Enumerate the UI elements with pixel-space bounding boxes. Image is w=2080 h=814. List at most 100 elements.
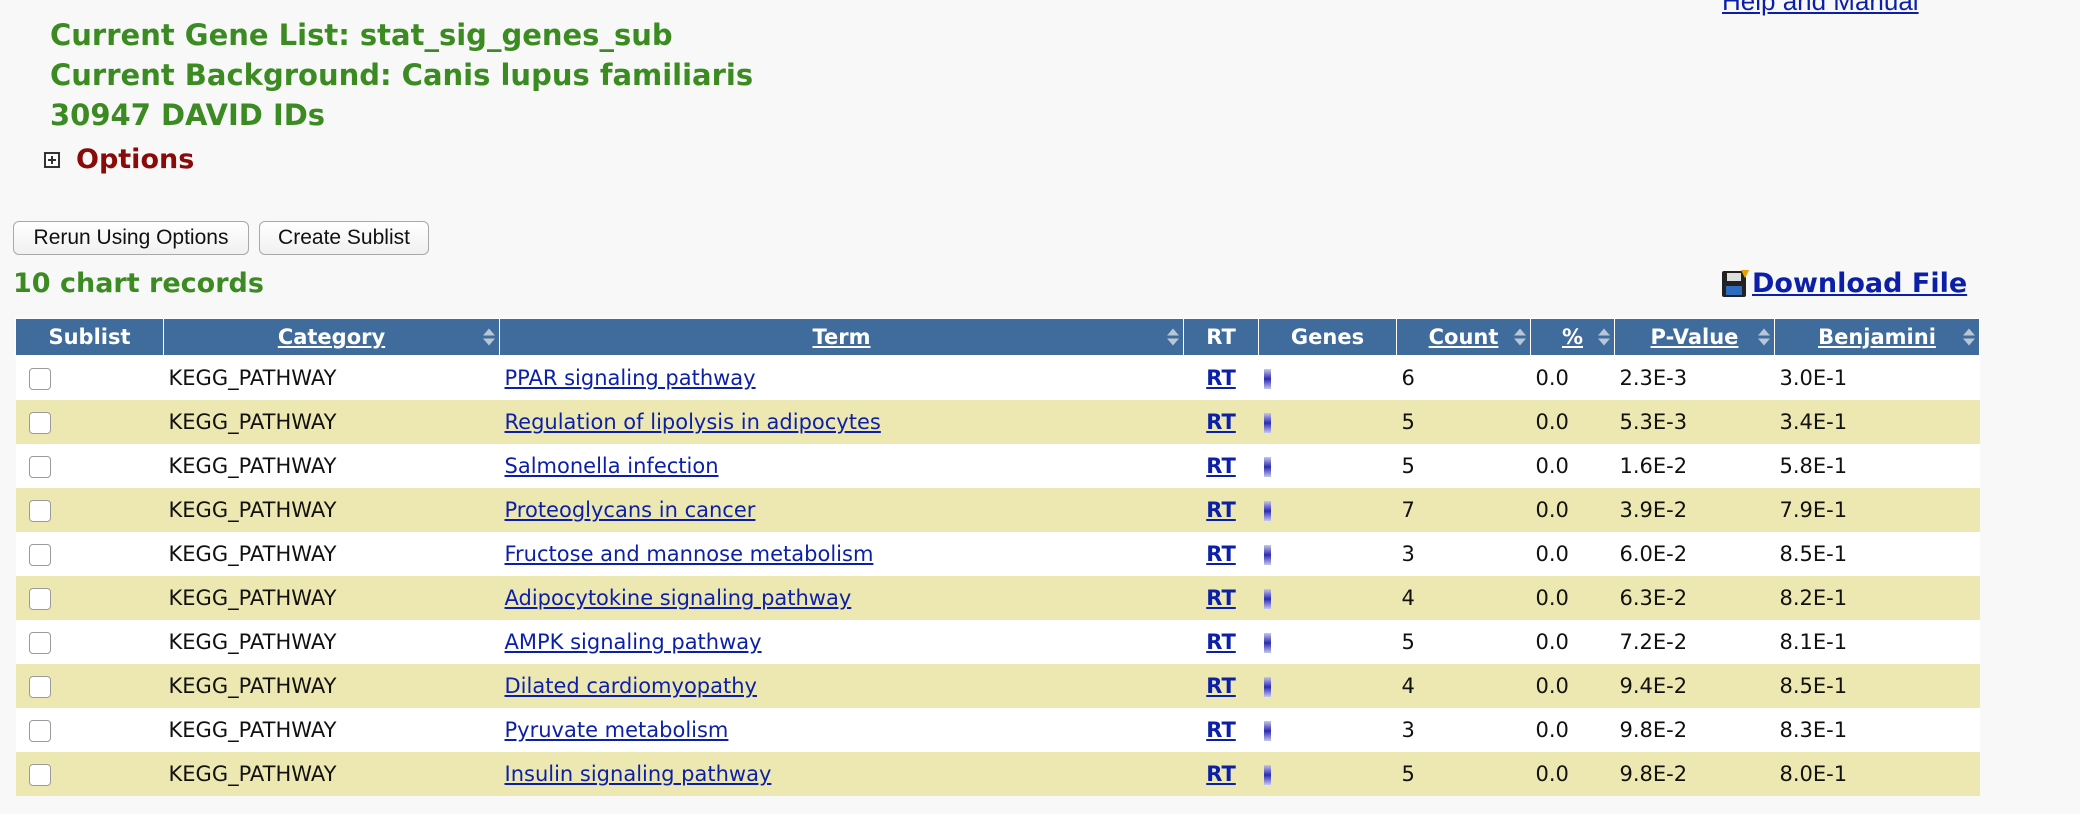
table-row: KEGG_PATHWAY Proteoglycans in cancer RT … — [15, 488, 1980, 532]
count-cell: 7 — [1396, 488, 1531, 532]
term-link[interactable]: Fructose and mannose metabolism — [505, 542, 874, 566]
david-chart-page: Help and Manual Current Gene List: stat_… — [0, 0, 2080, 814]
rt-link[interactable]: RT — [1206, 542, 1236, 566]
sort-arrows-icon[interactable] — [1167, 328, 1179, 346]
category-cell: KEGG_PATHWAY — [163, 400, 500, 444]
count-cell: 5 — [1396, 400, 1531, 444]
rt-link[interactable]: RT — [1206, 410, 1236, 434]
term-link[interactable]: Proteoglycans in cancer — [505, 498, 756, 522]
sublist-checkbox[interactable] — [28, 544, 51, 566]
gene-bar-icon[interactable] — [1263, 457, 1271, 477]
gene-bar-icon[interactable] — [1263, 545, 1271, 565]
rt-link[interactable]: RT — [1206, 674, 1236, 698]
pvalue-cell: 9.8E-2 — [1614, 752, 1775, 796]
benjamini-cell: 8.2E-1 — [1774, 576, 1980, 620]
benjamini-cell: 8.5E-1 — [1774, 532, 1980, 576]
table-row: KEGG_PATHWAY Regulation of lipolysis in … — [15, 400, 1980, 444]
count-cell: 4 — [1396, 576, 1531, 620]
benjamini-cell: 3.0E-1 — [1774, 355, 1980, 400]
sort-arrows-icon[interactable] — [1598, 328, 1610, 346]
sublist-checkbox[interactable] — [28, 368, 51, 390]
sublist-checkbox[interactable] — [28, 764, 51, 786]
category-cell: KEGG_PATHWAY — [163, 620, 500, 664]
table-row: KEGG_PATHWAY Salmonella infection RT 5 0… — [15, 444, 1980, 488]
col-benjamini[interactable]: Benjamini — [1774, 318, 1980, 356]
rt-link[interactable]: RT — [1206, 718, 1236, 742]
category-cell: KEGG_PATHWAY — [163, 576, 500, 620]
rt-link[interactable]: RT — [1206, 366, 1236, 390]
term-link[interactable]: Insulin signaling pathway — [505, 762, 772, 786]
sort-arrows-icon[interactable] — [1514, 328, 1526, 346]
category-cell: KEGG_PATHWAY — [163, 532, 500, 576]
sublist-checkbox[interactable] — [28, 412, 51, 434]
term-link[interactable]: PPAR signaling pathway — [505, 366, 756, 390]
sort-arrows-icon[interactable] — [1758, 328, 1770, 346]
options-toggle[interactable]: Options — [44, 144, 194, 175]
benjamini-cell: 8.3E-1 — [1774, 708, 1980, 752]
sublist-checkbox[interactable] — [28, 632, 51, 654]
count-cell: 6 — [1396, 355, 1531, 400]
create-sublist-button[interactable]: Create Sublist — [259, 221, 429, 255]
count-cell: 5 — [1396, 620, 1531, 664]
col-term[interactable]: Term — [499, 318, 1184, 356]
download-file-label[interactable]: Download File — [1752, 268, 1967, 299]
term-link[interactable]: Pyruvate metabolism — [505, 718, 729, 742]
plus-box-icon[interactable] — [44, 151, 60, 168]
chart-table: Sublist Category Term RT Genes Count % P… — [15, 318, 1980, 796]
sublist-checkbox[interactable] — [28, 500, 51, 522]
percent-cell: 0.0 — [1530, 620, 1615, 664]
rt-link[interactable]: RT — [1206, 630, 1236, 654]
sort-arrows-icon[interactable] — [1963, 328, 1975, 346]
gene-list-line: Current Gene List: stat_sig_genes_sub — [50, 18, 673, 52]
gene-bar-icon[interactable] — [1263, 413, 1271, 433]
percent-cell: 0.0 — [1530, 532, 1615, 576]
count-cell: 3 — [1396, 532, 1531, 576]
table-row: KEGG_PATHWAY Insulin signaling pathway R… — [15, 752, 1980, 796]
term-link[interactable]: Regulation of lipolysis in adipocytes — [505, 410, 881, 434]
term-link[interactable]: Salmonella infection — [505, 454, 719, 478]
gene-bar-icon[interactable] — [1263, 369, 1271, 389]
term-link[interactable]: Dilated cardiomyopathy — [505, 674, 757, 698]
sublist-checkbox[interactable] — [28, 456, 51, 478]
table-header-row: Sublist Category Term RT Genes Count % P… — [15, 318, 1980, 356]
rt-link[interactable]: RT — [1206, 498, 1236, 522]
gene-bar-icon[interactable] — [1263, 765, 1271, 785]
pvalue-cell: 6.3E-2 — [1614, 576, 1775, 620]
benjamini-cell: 8.0E-1 — [1774, 752, 1980, 796]
david-ids-line: 30947 DAVID IDs — [50, 98, 326, 132]
count-cell: 5 — [1396, 752, 1531, 796]
count-cell: 3 — [1396, 708, 1531, 752]
gene-bar-icon[interactable] — [1263, 589, 1271, 609]
percent-cell: 0.0 — [1530, 664, 1615, 708]
col-category[interactable]: Category — [163, 318, 500, 356]
term-link[interactable]: Adipocytokine signaling pathway — [505, 586, 852, 610]
benjamini-cell: 7.9E-1 — [1774, 488, 1980, 532]
pvalue-cell: 9.8E-2 — [1614, 708, 1775, 752]
rerun-using-options-button[interactable]: Rerun Using Options — [13, 221, 249, 255]
pvalue-cell: 9.4E-2 — [1614, 664, 1775, 708]
col-percent[interactable]: % — [1530, 318, 1615, 356]
col-pvalue[interactable]: P-Value — [1614, 318, 1775, 356]
col-count[interactable]: Count — [1396, 318, 1531, 356]
gene-bar-icon[interactable] — [1263, 633, 1271, 653]
download-file-link[interactable]: ▼ Download File — [1722, 265, 1967, 299]
gene-bar-icon[interactable] — [1263, 501, 1271, 521]
sort-arrows-icon[interactable] — [483, 328, 495, 346]
rt-link[interactable]: RT — [1206, 454, 1236, 478]
rt-link[interactable]: RT — [1206, 762, 1236, 786]
table-row: KEGG_PATHWAY Adipocytokine signaling pat… — [15, 576, 1980, 620]
help-manual-link[interactable]: Help and Manual — [1722, 0, 1919, 17]
gene-bar-icon[interactable] — [1263, 677, 1271, 697]
pvalue-cell: 6.0E-2 — [1614, 532, 1775, 576]
sublist-checkbox[interactable] — [28, 720, 51, 742]
gene-bar-icon[interactable] — [1263, 721, 1271, 741]
pvalue-cell: 5.3E-3 — [1614, 400, 1775, 444]
sublist-checkbox[interactable] — [28, 588, 51, 610]
rt-link[interactable]: RT — [1206, 586, 1236, 610]
floppy-disk-icon[interactable]: ▼ — [1722, 265, 1752, 297]
options-label[interactable]: Options — [76, 144, 194, 175]
term-link[interactable]: AMPK signaling pathway — [505, 630, 762, 654]
category-cell: KEGG_PATHWAY — [163, 752, 500, 796]
sublist-checkbox[interactable] — [28, 676, 51, 698]
category-cell: KEGG_PATHWAY — [163, 708, 500, 752]
